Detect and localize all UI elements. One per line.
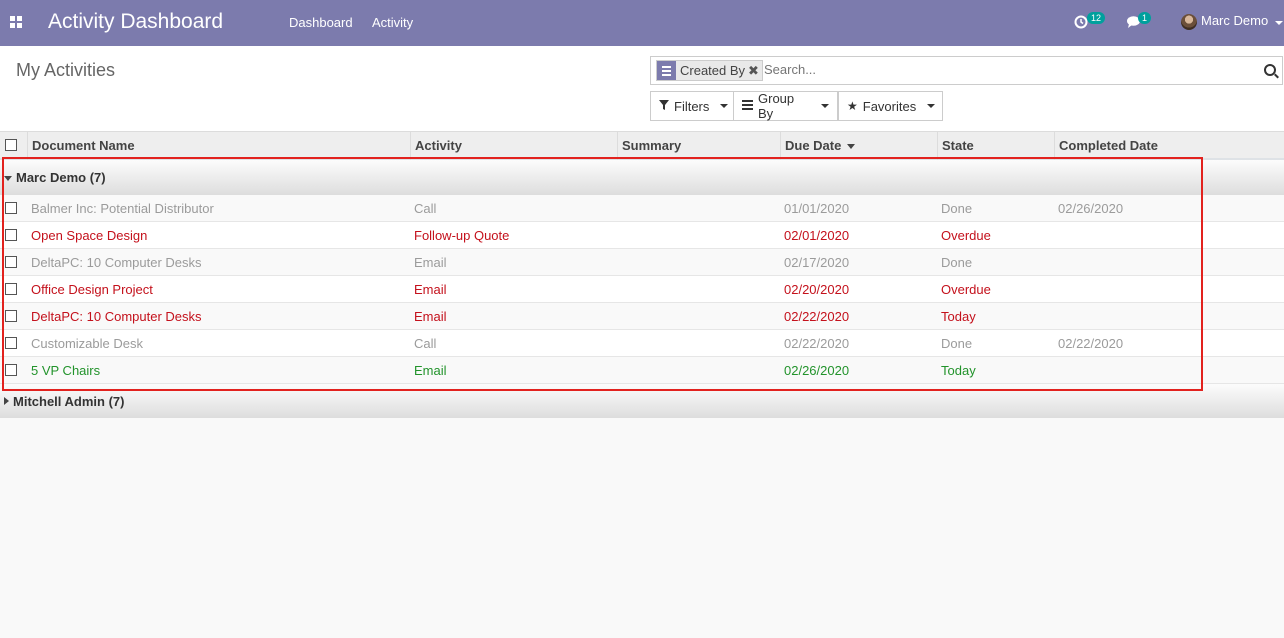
user-avatar[interactable] xyxy=(1181,14,1197,30)
search-input[interactable] xyxy=(764,62,1244,77)
app-title: Activity Dashboard xyxy=(48,10,224,33)
group-row-mitchell-admin[interactable]: Mitchell Admin (7) xyxy=(0,384,1284,418)
filters-label: Filters xyxy=(674,98,710,114)
favorites-label: Favorites xyxy=(862,98,917,114)
activity-cell: Call xyxy=(414,336,437,351)
document-name-cell: DeltaPC: 10 Computer Desks xyxy=(31,255,202,270)
state-cell: Done xyxy=(941,201,973,216)
group-by-label: Group By xyxy=(758,91,795,121)
activity-cell: Email xyxy=(414,255,447,270)
row-checkbox[interactable] xyxy=(5,283,17,295)
activity-cell: Call xyxy=(414,201,437,216)
facet-remove-icon[interactable]: ✖ xyxy=(748,61,762,80)
column-state[interactable]: State xyxy=(937,132,1055,160)
activity-count-badge: 12 xyxy=(1087,12,1106,24)
document-name-cell: Customizable Desk xyxy=(31,336,143,351)
state-cell: Overdue xyxy=(941,282,991,297)
row-checkbox[interactable] xyxy=(5,310,17,322)
group-by-caret-icon xyxy=(821,104,829,108)
table-row[interactable]: DeltaPC: 10 Computer Desks Email 02/22/202… xyxy=(0,303,1284,330)
due-date-cell: 02/22/2020 xyxy=(784,309,850,324)
caret-right-icon xyxy=(4,397,9,405)
table-row[interactable]: Customizable Desk Call 02/22/2020 Done 02/22… xyxy=(0,330,1284,357)
due-date-cell: 02/17/2020 xyxy=(784,255,850,270)
document-name-cell: 5 VP Chairs xyxy=(31,363,101,378)
list-bars-icon xyxy=(742,99,753,113)
column-due-date-label: Due Date xyxy=(785,138,842,153)
search-icon[interactable] xyxy=(1264,64,1276,76)
due-date-cell: 02/20/2020 xyxy=(784,282,850,297)
document-name-cell: DeltaPC: 10 Computer Desks xyxy=(31,309,202,324)
facet-groupby-icon xyxy=(657,61,676,80)
table-header: Document Name Activity Summary Due Date … xyxy=(0,132,1284,160)
column-document-name[interactable]: Document Name xyxy=(27,132,411,160)
document-name-cell: Balmer Inc: Potential Distributor xyxy=(31,201,214,216)
row-checkbox[interactable] xyxy=(5,337,17,349)
sort-desc-icon xyxy=(847,144,856,150)
due-date-cell: 02/26/2020 xyxy=(784,363,850,378)
column-activity[interactable]: Activity xyxy=(410,132,618,160)
user-menu-caret-icon[interactable] xyxy=(1275,21,1283,25)
table-row[interactable]: Open Space Design Follow-up Quote 02/01/20… xyxy=(0,222,1284,249)
star-icon: ★ xyxy=(847,99,858,113)
row-checkbox[interactable] xyxy=(5,202,17,214)
group-row-marc-demo[interactable]: Marc Demo (7) xyxy=(0,160,1284,195)
activity-cell: Follow-up Quote xyxy=(414,228,510,243)
activity-clock-icon[interactable] xyxy=(1074,15,1088,29)
menu-dashboard[interactable]: Dashboard xyxy=(289,15,353,30)
completed-date-cell: 02/26/2020 xyxy=(1058,201,1124,216)
favorites-caret-icon xyxy=(927,104,936,108)
table-row[interactable]: Office Design Project Email 02/20/2020 Over… xyxy=(0,276,1284,303)
table-row[interactable]: Balmer Inc: Potential Distributor Call 01/… xyxy=(0,195,1284,222)
message-count-badge: 1 xyxy=(1138,12,1152,24)
row-checkbox[interactable] xyxy=(5,256,17,268)
document-name-cell: Office Design Project xyxy=(31,282,153,297)
group-by-button[interactable]: Group By xyxy=(733,91,838,121)
column-completed-date[interactable]: Completed Date xyxy=(1054,132,1284,160)
control-panel: My Activities Created By ✖ Filters Group… xyxy=(0,46,1284,132)
filter-funnel-icon xyxy=(659,99,669,113)
due-date-cell: 02/22/2020 xyxy=(784,336,850,351)
activity-cell: Email xyxy=(414,309,447,324)
caret-down-icon xyxy=(4,176,12,181)
table-row[interactable]: 5 VP Chairs Email 02/26/2020 Today xyxy=(0,357,1284,384)
group-label: Mitchell Admin (7) xyxy=(13,394,125,409)
group-rows: Balmer Inc: Potential Distributor Call 01/… xyxy=(0,195,1284,384)
filters-caret-icon xyxy=(720,104,729,108)
column-summary[interactable]: Summary xyxy=(617,132,781,160)
row-checkbox[interactable] xyxy=(5,229,17,241)
state-cell: Today xyxy=(941,309,976,324)
completed-date-cell: 02/22/2020 xyxy=(1058,336,1124,351)
activity-list-table: Document Name Activity Summary Due Date … xyxy=(0,132,1284,418)
filters-button[interactable]: Filters xyxy=(650,91,734,121)
user-menu-name[interactable]: Marc Demo xyxy=(1201,13,1268,28)
column-due-date[interactable]: Due Date xyxy=(780,132,938,160)
row-checkbox[interactable] xyxy=(5,364,17,376)
activity-cell: Email xyxy=(414,363,447,378)
state-cell: Overdue xyxy=(941,228,991,243)
state-cell: Done xyxy=(941,255,973,270)
select-all-checkbox[interactable] xyxy=(5,139,17,151)
top-navbar: Activity Dashboard Dashboard Activity 12… xyxy=(0,0,1284,46)
search-box[interactable]: Created By ✖ xyxy=(650,56,1283,85)
facet-label: Created By xyxy=(680,63,746,78)
state-cell: Today xyxy=(941,363,976,378)
group-label: Marc Demo (7) xyxy=(16,170,106,185)
favorites-button[interactable]: ★ Favorites xyxy=(838,91,943,121)
table-row[interactable]: DeltaPC: 10 Computer Desks Email 02/17/202… xyxy=(0,249,1284,276)
menu-activity[interactable]: Activity xyxy=(372,15,413,30)
due-date-cell: 01/01/2020 xyxy=(784,201,850,216)
state-cell: Done xyxy=(941,336,973,351)
document-name-cell: Open Space Design xyxy=(31,228,148,243)
due-date-cell: 02/01/2020 xyxy=(784,228,850,243)
apps-menu-icon[interactable] xyxy=(10,16,23,29)
activity-cell: Email xyxy=(414,282,447,297)
search-facet-created-by[interactable]: Created By ✖ xyxy=(656,60,763,81)
page-title: My Activities xyxy=(16,60,116,80)
